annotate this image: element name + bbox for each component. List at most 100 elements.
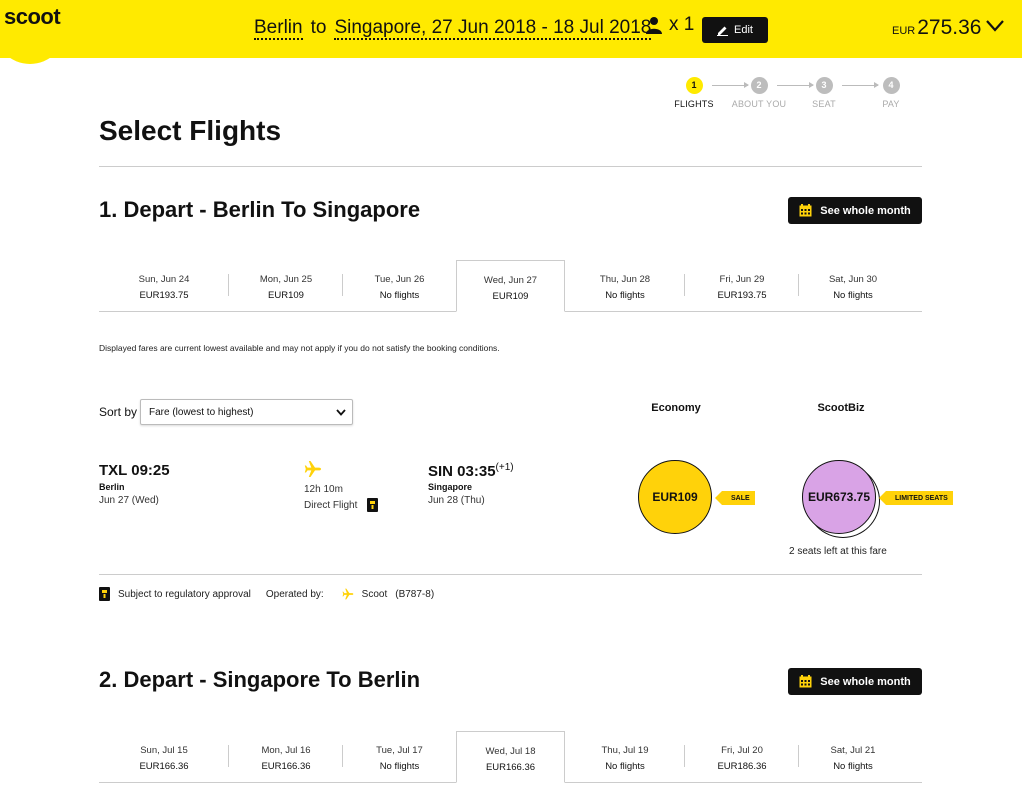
fare-disclaimer: Displayed fares are current lowest avail… [99,343,500,353]
date-tab[interactable]: Tue, Jun 26 No flights [343,260,456,312]
calendar-icon [799,675,812,688]
date-tab[interactable]: Fri, Jul 20 EUR186.36 [685,731,799,783]
destination-dates[interactable]: Singapore, 27 Jun 2018 - 18 Jul 2018 [334,18,652,40]
tab-day: Wed, Jun 27 [483,275,538,286]
arrival-code-time: SIN 03:35(+1) [428,462,514,480]
see-whole-month-button-1[interactable]: See whole month [788,197,922,224]
date-tab[interactable]: Fri, Jun 29 EUR193.75 [685,260,799,312]
limited-seats-label: LIMITED SEATS [895,494,948,502]
tab-day: Tue, Jul 17 [376,745,423,756]
tab-day: Thu, Jul 19 [601,745,649,756]
plane-icon [304,461,321,477]
date-tab[interactable]: Mon, Jul 16 EUR166.36 [229,731,343,783]
departure-date: Jun 27 (Wed) [99,495,159,506]
limited-seats-tag: LIMITED SEATS [879,491,953,505]
top-bar: scoot Berlin to Singapore, 27 Jun 2018 -… [0,0,1022,64]
chevron-down-icon[interactable] [986,20,1004,32]
step-pay: 4 PAY [861,77,921,109]
tab-fare: EUR186.36 [717,761,767,772]
date-tab[interactable]: Thu, Jun 28 No flights [565,260,685,312]
tab-day: Sat, Jun 30 [828,274,878,285]
month-btn-label: See whole month [820,204,911,217]
regulatory-icon [99,587,110,601]
operator-name: Scoot [361,588,388,600]
route-summary[interactable]: Berlin to Singapore, 27 Jun 2018 - 18 Ju… [254,17,652,40]
step-flights: 1 FLIGHTS [664,77,724,109]
tab-fare: EUR166.36 [139,761,189,772]
edit-label: Edit [734,24,753,36]
depart-2-title: 2. Depart - Singapore To Berlin [99,667,421,692]
flight-duration: 12h 10m [304,484,343,495]
date-tab-selected[interactable]: Wed, Jul 18 EUR166.36 [456,731,565,783]
plane-icon [342,588,354,600]
date-tab[interactable]: Sun, Jun 24 EUR193.75 [99,260,229,312]
sale-tag-label: SALE [731,494,750,502]
arrival-date: Jun 28 (Thu) [428,495,485,506]
booking-steps: 1 FLIGHTS 2 ABOUT YOU 3 SEAT 4 PAY [672,77,912,117]
sale-tag: SALE [715,491,755,505]
person-icon [646,17,662,34]
step-number: 3 [815,77,833,94]
tab-fare: No flights [605,290,645,301]
date-tab[interactable]: Mon, Jun 25 EUR109 [229,260,343,312]
see-whole-month-button-2[interactable]: See whole month [788,668,922,695]
step-label: SEAT [812,99,836,109]
tab-fare: EUR109 [492,291,529,302]
tab-fare: No flights [379,761,420,772]
tab-day: Mon, Jul 16 [261,745,311,756]
tab-day: Mon, Jun 25 [259,274,313,285]
logo-text: scoot [4,4,61,29]
tab-day: Thu, Jun 28 [599,274,651,285]
scootbiz-fare-button[interactable]: EUR673.75 [802,460,876,534]
aircraft-type: (B787-8) [395,588,435,600]
date-tab[interactable]: Sat, Jul 21 No flights [799,731,907,783]
economy-fare-amount: EUR109 [652,490,698,504]
arrival-day-offset: (+1) [495,462,514,473]
scootbiz-column-header: ScootBiz [817,402,865,414]
passenger-count[interactable]: x 1 [645,14,694,36]
sort-value: Fare (lowest to highest) [149,407,254,418]
tab-day: Fri, Jun 29 [719,274,765,285]
step-label: ABOUT YOU [731,99,787,109]
date-tab[interactable]: Thu, Jul 19 No flights [565,731,685,783]
page-title: Select Flights [99,115,282,146]
tab-fare: EUR166.36 [485,762,536,773]
month-btn-label: See whole month [820,675,911,688]
tab-day: Sun, Jun 24 [138,274,190,285]
origin-city[interactable]: Berlin [254,18,303,40]
tab-fare: No flights [379,290,420,301]
regulatory-note: Subject to regulatory approval [118,588,251,600]
flight-footnote: Subject to regulatory approval Operated … [99,587,434,601]
total-price[interactable]: EUR 275.36 [892,16,981,40]
seats-left-note: 2 seats left at this fare [789,546,887,557]
tab-fare: No flights [833,761,873,772]
step-seat: 3 SEAT [794,77,854,109]
edit-search-button[interactable]: Edit [702,17,768,43]
date-tabs-depart-2: Sun, Jul 15 EUR166.36 Mon, Jul 16 EUR166… [99,731,922,783]
tab-fare: EUR166.36 [261,761,311,772]
date-tab[interactable]: Tue, Jul 17 No flights [343,731,456,783]
date-tab[interactable]: Sun, Jul 15 EUR166.36 [99,731,229,783]
direct-label: Direct Flight [304,499,358,511]
divider [99,166,922,167]
divider [99,574,922,575]
scoot-logo[interactable]: scoot [0,0,66,64]
step-about-you: 2 ABOUT YOU [729,77,789,109]
biz-fare-amount: EUR673.75 [807,490,871,504]
economy-fare-button[interactable]: EUR109 [638,460,712,534]
chevron-down-icon [336,409,346,416]
price-currency: EUR [892,25,916,37]
pax-count-label: x 1 [669,14,695,35]
tab-fare: EUR193.75 [139,290,189,301]
tab-fare: No flights [605,761,645,772]
regulatory-info-icon[interactable] [367,498,379,512]
tab-day: Wed, Jul 18 [485,746,536,757]
date-tab[interactable]: Sat, Jun 30 No flights [799,260,907,312]
economy-column-header: Economy [651,402,701,414]
direct-flight: Direct Flight [304,498,379,512]
to-word: to [310,17,327,38]
tab-fare: No flights [833,290,873,301]
sort-select[interactable]: Fare (lowest to highest) [140,399,353,425]
date-tab-selected[interactable]: Wed, Jun 27 EUR109 [456,260,565,312]
step-number: 4 [882,77,900,94]
